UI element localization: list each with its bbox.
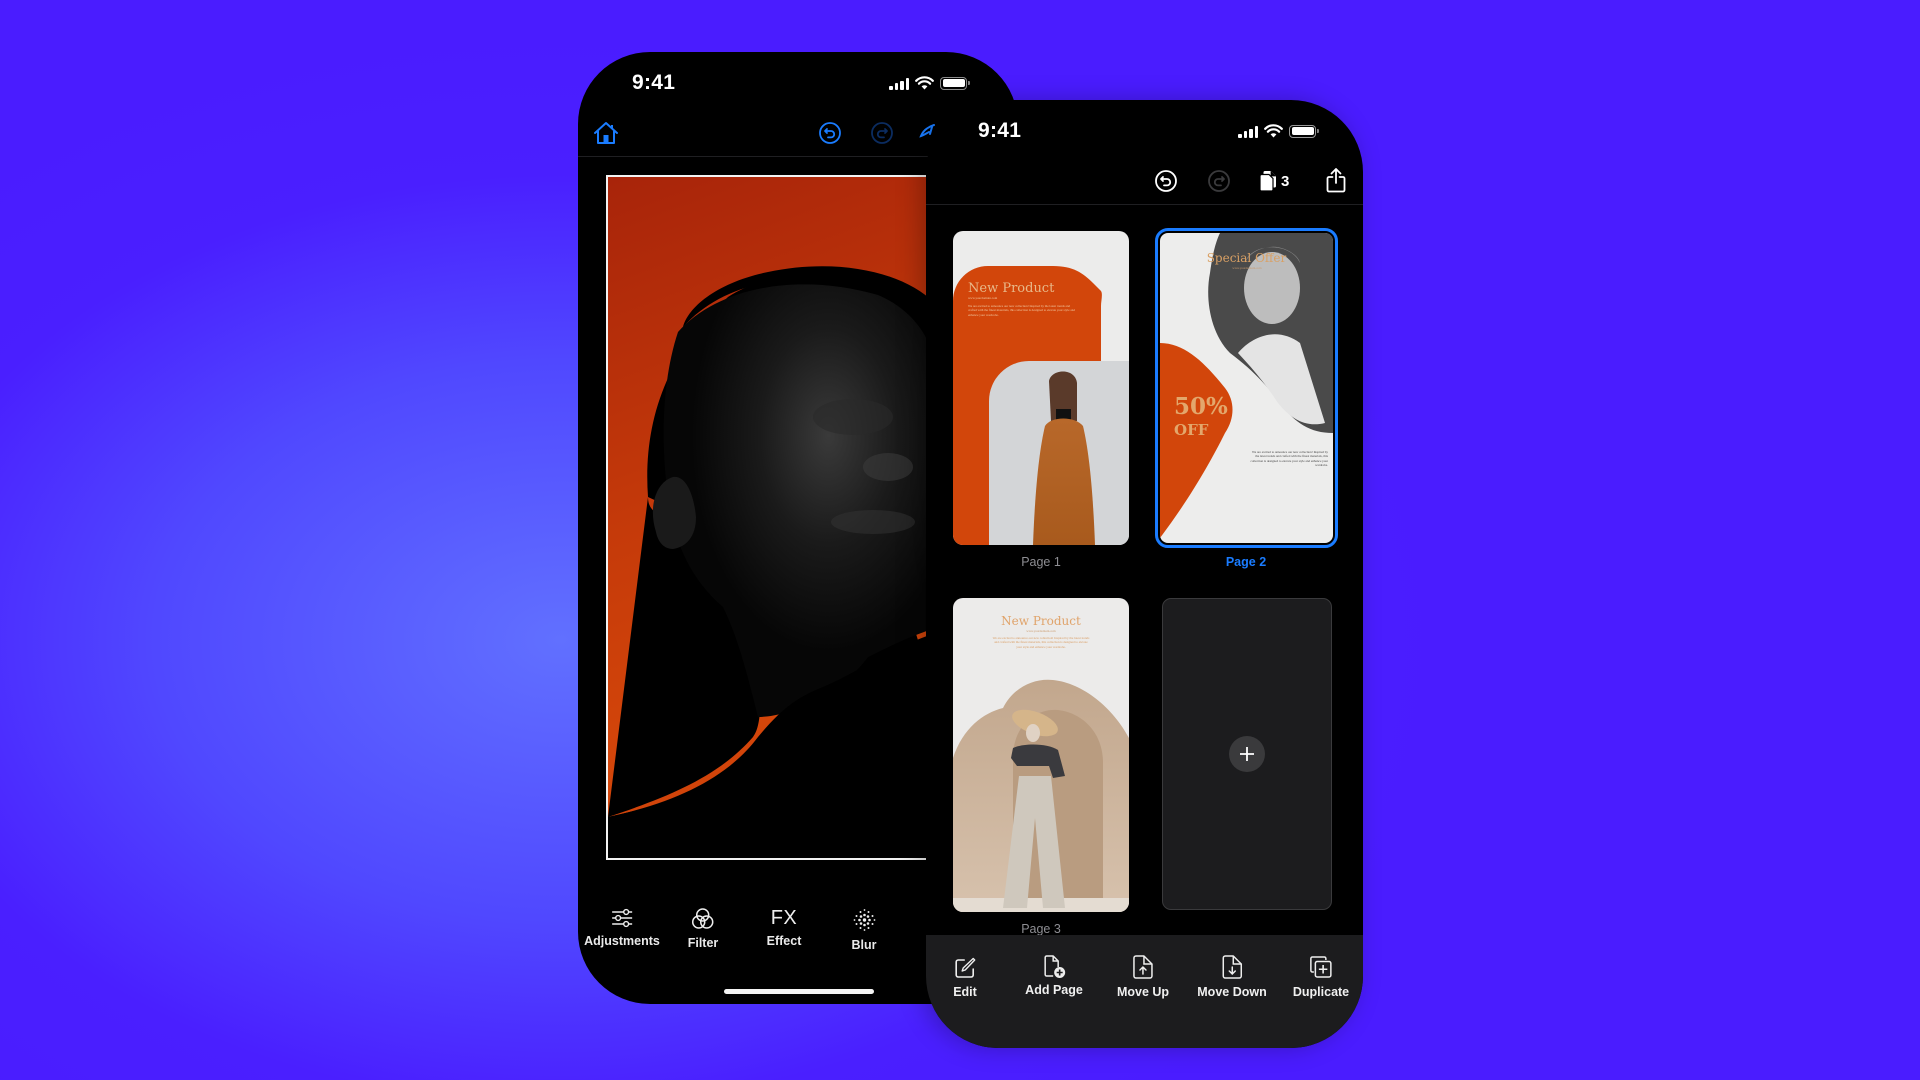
page-title: New Product bbox=[1001, 614, 1081, 628]
redo-button[interactable] bbox=[869, 120, 895, 146]
move-down-button[interactable]: Move Down bbox=[1197, 955, 1267, 999]
undo-button[interactable] bbox=[817, 120, 843, 146]
tool-blur[interactable]: Blur bbox=[852, 908, 877, 952]
status-time: 9:41 bbox=[978, 119, 1022, 142]
home-indicator bbox=[724, 989, 874, 994]
page-label-2: Page 2 bbox=[1225, 555, 1267, 569]
duplicate-icon bbox=[1310, 956, 1332, 978]
fx-icon: FX bbox=[770, 907, 798, 929]
page-body: We are excited to announce our new colle… bbox=[968, 304, 1075, 317]
wifi-icon bbox=[1264, 124, 1283, 138]
share-button[interactable] bbox=[1325, 166, 1347, 194]
cellular-signal-icon bbox=[1238, 125, 1258, 138]
undo-icon bbox=[1155, 170, 1177, 192]
redo-icon bbox=[871, 122, 893, 144]
page-body: We are excited to announce our new colle… bbox=[992, 636, 1090, 649]
tool-label: Blur bbox=[851, 938, 877, 952]
share-icon bbox=[1326, 168, 1346, 193]
tool-label: Duplicate bbox=[1292, 985, 1350, 999]
add-page-circle[interactable] bbox=[1229, 736, 1265, 772]
move-up-button[interactable]: Move Up bbox=[1117, 955, 1169, 999]
page-title: Special Offer bbox=[1206, 251, 1287, 265]
sliders-icon bbox=[611, 908, 632, 928]
battery-icon bbox=[940, 76, 970, 90]
undo-icon bbox=[819, 122, 841, 144]
battery-icon bbox=[1289, 124, 1319, 138]
home-button[interactable] bbox=[592, 120, 620, 146]
tool-label: Filter bbox=[687, 936, 719, 950]
page-thumbnail-3[interactable]: New Product www.yourdomain.com We are ex… bbox=[953, 598, 1129, 912]
tool-label: Adjustments bbox=[584, 934, 660, 948]
page-subtitle: www.yourdomain.com bbox=[968, 296, 998, 300]
page-title: New Product bbox=[968, 281, 1055, 296]
page-1-artwork bbox=[953, 266, 1129, 545]
page-thumbnail-2[interactable]: Special Offer www.yourdomain.com 50% OFF… bbox=[1160, 233, 1333, 543]
tool-filter[interactable]: Filter bbox=[687, 908, 719, 950]
move-down-icon bbox=[1222, 955, 1242, 979]
page-actions-toolbar: Edit Add Page Move Up Move Down Duplicat… bbox=[926, 935, 1363, 1048]
discount-suffix: OFF bbox=[1174, 421, 1209, 439]
pages-icon bbox=[1259, 171, 1276, 192]
cellular-signal-icon bbox=[889, 77, 909, 90]
redo-icon bbox=[1208, 170, 1230, 192]
status-icons bbox=[1238, 124, 1319, 138]
page-subtitle: www.yourdomain.com bbox=[1232, 266, 1262, 270]
page-thumbnail-1[interactable]: New Product www.yourdomain.com We are ex… bbox=[953, 231, 1129, 545]
portrait-photo bbox=[608, 266, 934, 858]
undo-button[interactable] bbox=[1154, 169, 1178, 193]
page-count: 3 bbox=[1281, 172, 1290, 190]
page-body: We are excited to announce our new colle… bbox=[1250, 450, 1328, 467]
redo-button[interactable] bbox=[1207, 169, 1231, 193]
blur-dots-icon bbox=[853, 909, 875, 931]
tool-label: Edit bbox=[953, 985, 977, 999]
page-subtitle: www.yourdomain.com bbox=[1026, 629, 1056, 633]
right-phone-page-manager: 9:41 3 New Product www.yourdomain.com We… bbox=[926, 100, 1363, 1048]
page-label-1: Page 1 bbox=[1021, 555, 1061, 569]
tool-adjustments[interactable]: Adjustments bbox=[584, 908, 660, 948]
status-icons bbox=[889, 76, 970, 90]
filter-circles-icon bbox=[692, 908, 714, 929]
add-page-tile[interactable] bbox=[1162, 598, 1332, 910]
page-label-3: Page 3 bbox=[1021, 922, 1061, 936]
plus-icon bbox=[1240, 747, 1254, 761]
tool-label: Move Down bbox=[1197, 985, 1267, 999]
add-page-icon bbox=[1044, 955, 1065, 978]
tool-label: Move Up bbox=[1116, 985, 1170, 999]
tool-label: Effect bbox=[766, 934, 802, 948]
move-up-icon bbox=[1133, 955, 1153, 979]
pages-count-button[interactable]: 3 bbox=[1259, 169, 1303, 193]
tool-effect[interactable]: FX Effect bbox=[767, 906, 802, 948]
header-divider bbox=[926, 204, 1363, 205]
page-2-artwork bbox=[1160, 233, 1333, 538]
photo-canvas[interactable] bbox=[606, 175, 936, 860]
edit-button[interactable]: Edit bbox=[953, 957, 977, 999]
status-time: 9:41 bbox=[632, 71, 676, 94]
discount-value: 50% bbox=[1174, 393, 1228, 420]
edit-icon bbox=[955, 957, 976, 978]
tool-label: Add Page bbox=[1025, 983, 1083, 997]
add-page-button[interactable]: Add Page bbox=[1025, 955, 1083, 997]
home-icon bbox=[594, 122, 618, 144]
wifi-icon bbox=[915, 76, 934, 90]
duplicate-button[interactable]: Duplicate bbox=[1293, 955, 1349, 999]
